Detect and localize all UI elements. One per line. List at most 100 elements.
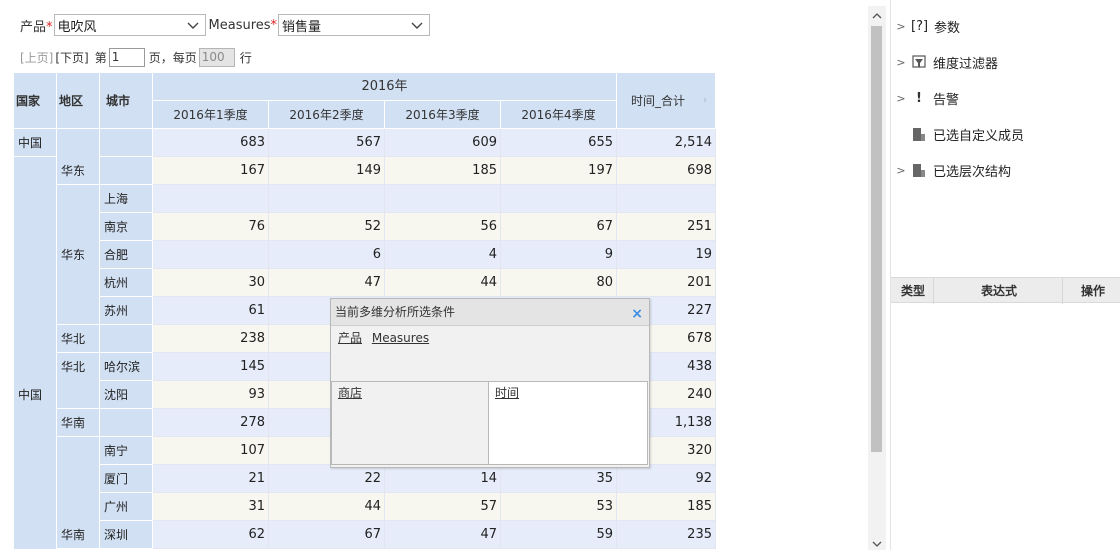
row-header-city[interactable]: 城市 — [100, 73, 153, 129]
dialog-chip-measures[interactable]: Measures — [372, 331, 429, 345]
value-cell: 238 — [153, 325, 269, 353]
row-header-cell — [100, 409, 153, 437]
value-cell: 62 — [153, 521, 269, 549]
total-header-label: 时间_合计 — [631, 94, 686, 108]
tree-item-custom-members[interactable]: 已选自定义成员 — [891, 124, 1024, 144]
dialog-title: 当前多维分析所选条件 — [335, 305, 456, 319]
value-cell: 61 — [153, 297, 269, 325]
row-header-cell — [100, 129, 153, 157]
scrollbar-thumb[interactable] — [871, 26, 882, 452]
chevron-right-icon[interactable]: > — [891, 20, 911, 33]
value-cell: 167 — [153, 157, 269, 185]
dialog-chip-row: 产品 Measures — [338, 329, 435, 346]
row-header-cell[interactable]: 华东 — [57, 185, 100, 325]
dialog-cols-label[interactable]: 时间 — [495, 386, 519, 400]
row-header-country[interactable]: 国家 — [14, 73, 57, 129]
value-cell: 67 — [501, 213, 617, 241]
value-cell: 53 — [501, 493, 617, 521]
value-cell: 30 — [153, 269, 269, 297]
tree-item-alerts[interactable]: > ! 告警 — [891, 88, 959, 108]
dialog-chip-product[interactable]: 产品 — [338, 331, 362, 345]
row-header-cell[interactable]: 南京 — [100, 213, 153, 241]
selected-conditions-dialog[interactable]: 当前多维分析所选条件 × 产品 Measures 商店 时间 — [330, 298, 650, 468]
row-header-cell[interactable]: 华东 — [57, 157, 100, 185]
alert-icon: ! — [916, 90, 922, 106]
row-header-cell[interactable]: 深圳 — [100, 521, 153, 549]
value-cell: 149 — [269, 157, 385, 185]
value-cell: 609 — [385, 129, 501, 157]
row-header-cell[interactable]: 南宁 — [100, 437, 153, 465]
custom-member-icon — [911, 126, 927, 142]
value-cell: 185 — [385, 157, 501, 185]
value-cell: 35 — [501, 465, 617, 493]
filter-icon — [911, 54, 927, 70]
value-cell: 67 — [269, 521, 385, 549]
value-cell — [269, 185, 385, 213]
total-cell: 698 — [617, 157, 716, 185]
right-panel: > [?] 参数 > 维度过滤器 > ! 告警 已选自定义成员 > 已选层次结构… — [890, 0, 1120, 550]
tree-item-hierarchy[interactable]: > 已选层次结构 — [891, 160, 1011, 180]
value-cell — [501, 185, 617, 213]
row-header-cell[interactable]: 中国 — [14, 129, 57, 157]
row-header-cell[interactable]: 苏州 — [100, 297, 153, 325]
value-cell: 4 — [385, 241, 501, 269]
quarter-header[interactable]: 2016年2季度 — [269, 101, 385, 129]
dialog-rows-label[interactable]: 商店 — [338, 386, 362, 400]
total-cell: 251 — [617, 213, 716, 241]
scroll-up-arrow-icon[interactable] — [872, 12, 882, 20]
value-cell: 44 — [269, 493, 385, 521]
value-cell — [385, 185, 501, 213]
row-header-cell[interactable]: 沈阳 — [100, 381, 153, 409]
tree-item-dimension-filter[interactable]: > 维度过滤器 — [891, 52, 998, 72]
quarter-header[interactable]: 2016年3季度 — [385, 101, 501, 129]
dialog-rows-panel[interactable]: 商店 — [331, 381, 489, 465]
dialog-title-bar[interactable]: 当前多维分析所选条件 × — [331, 299, 649, 326]
expand-arrow-icon[interactable]: › — [703, 73, 707, 128]
column-header-action: 操作 — [1081, 284, 1106, 298]
row-header-cell[interactable]: 哈尔滨 — [100, 353, 153, 381]
vertical-scrollbar[interactable] — [868, 6, 886, 550]
quarter-header[interactable]: 2016年1季度 — [153, 101, 269, 129]
value-cell: 278 — [153, 409, 269, 437]
dialog-cols-panel[interactable]: 时间 — [488, 381, 648, 465]
close-icon[interactable]: × — [631, 301, 643, 328]
row-header-cell[interactable]: 上海 — [100, 185, 153, 213]
row-header-cell[interactable]: 中国 — [14, 157, 57, 549]
total-header[interactable]: 时间_合计 › — [617, 73, 716, 129]
tree-item-label: 告警 — [933, 92, 960, 108]
tree-item-label: 已选自定义成员 — [933, 128, 1025, 144]
year-header[interactable]: 2016年 — [153, 73, 617, 101]
total-cell: 201 — [617, 269, 716, 297]
value-cell — [153, 241, 269, 269]
row-header-cell[interactable]: 华北 — [57, 325, 100, 353]
value-cell: 655 — [501, 129, 617, 157]
row-header-cell[interactable]: 杭州 — [100, 269, 153, 297]
row-header-region[interactable]: 地区 — [57, 73, 100, 129]
row-header-cell — [100, 325, 153, 353]
row-header-cell[interactable]: 华南 — [57, 409, 100, 437]
row-header-cell[interactable]: 广州 — [100, 493, 153, 521]
column-header-expression: 表达式 — [981, 284, 1018, 298]
quarter-header[interactable]: 2016年4季度 — [501, 101, 617, 129]
value-cell: 22 — [269, 465, 385, 493]
tree-item-label: 参数 — [934, 20, 961, 36]
row-header-cell[interactable]: 厦门 — [100, 465, 153, 493]
column-header-type: 类型 — [901, 284, 926, 298]
value-cell: 107 — [153, 437, 269, 465]
chevron-right-icon[interactable]: > — [891, 164, 911, 177]
value-cell: 21 — [153, 465, 269, 493]
row-header-cell[interactable]: 合肥 — [100, 241, 153, 269]
row-header-cell[interactable]: 华南 — [57, 437, 100, 549]
row-header-cell — [57, 129, 100, 157]
tree-item-parameters[interactable]: > [?] 参数 — [891, 16, 960, 36]
value-cell: 76 — [153, 213, 269, 241]
chevron-right-icon[interactable]: > — [891, 56, 911, 69]
row-header-cell[interactable]: 华北 — [57, 353, 100, 409]
total-cell: 2,514 — [617, 129, 716, 157]
scroll-down-arrow-icon[interactable] — [872, 540, 882, 548]
value-cell: 14 — [385, 465, 501, 493]
total-cell: 185 — [617, 493, 716, 521]
chevron-right-icon[interactable]: > — [891, 92, 911, 105]
param-icon: [?] — [911, 18, 929, 34]
value-cell — [153, 185, 269, 213]
